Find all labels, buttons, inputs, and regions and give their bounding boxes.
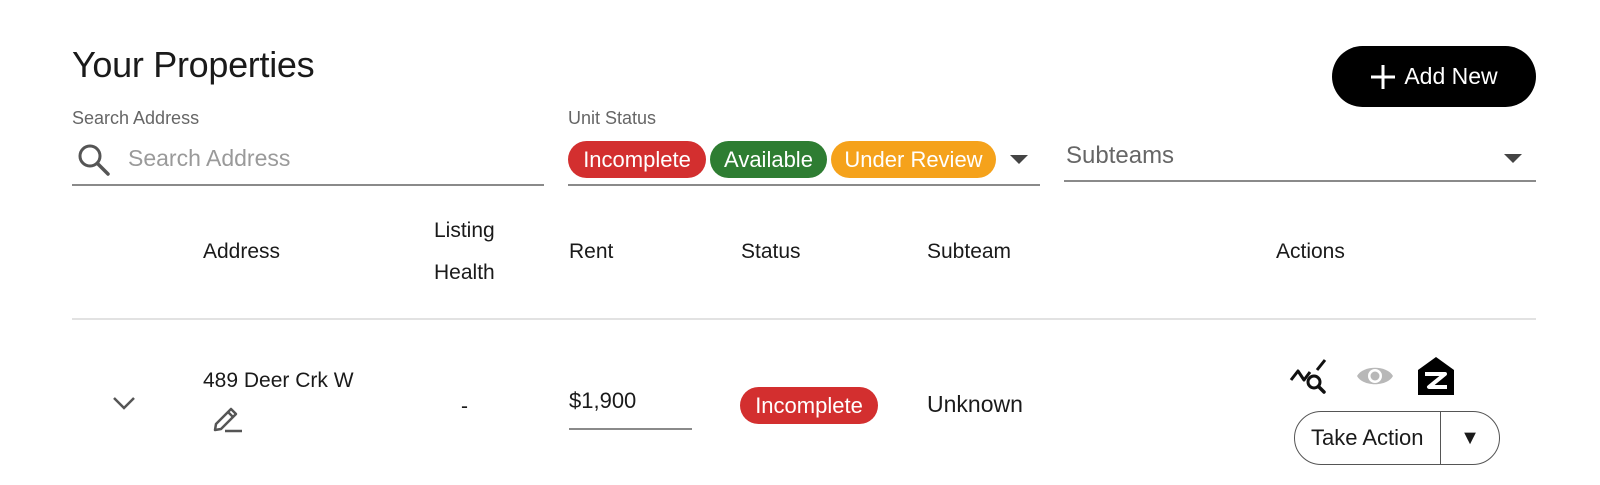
add-new-button[interactable]: Add New — [1332, 46, 1536, 107]
unit-status-label: Unit Status — [568, 108, 657, 128]
listing-health-cell: - — [461, 395, 468, 418]
unit-status-select[interactable]: Incomplete Available Under Review — [568, 134, 1040, 186]
take-action-dropdown-arrow-icon[interactable]: ▼ — [1441, 427, 1499, 450]
subteams-select[interactable]: Subteams — [1064, 134, 1536, 182]
page-title: Your Properties — [72, 44, 315, 85]
status-chip-under-review[interactable]: Under Review — [831, 141, 996, 178]
status-badge: Incomplete — [740, 387, 878, 424]
column-header-rent[interactable]: Rent — [569, 240, 613, 264]
column-header-status[interactable]: Status — [741, 240, 801, 264]
take-action-button[interactable]: Take Action — [1295, 425, 1440, 451]
rent-field — [569, 388, 692, 430]
preview-eye-icon[interactable] — [1355, 362, 1395, 395]
edit-pencil-icon[interactable] — [212, 406, 244, 439]
column-header-listing-health-line1[interactable]: Listing — [434, 219, 495, 243]
column-header-actions: Actions — [1276, 240, 1345, 263]
market-analysis-icon[interactable] — [1289, 358, 1331, 401]
expand-row-chevron-icon[interactable] — [112, 395, 136, 416]
subteams-placeholder: Subteams — [1066, 142, 1175, 169]
search-address-label: Search Address — [72, 108, 200, 128]
search-field — [72, 134, 544, 186]
column-header-subteam[interactable]: Subteam — [927, 240, 1011, 264]
rent-input[interactable] — [569, 388, 689, 414]
caret-down-icon[interactable] — [1504, 154, 1522, 163]
status-chip-incomplete[interactable]: Incomplete — [568, 141, 706, 178]
add-new-label: Add New — [1404, 63, 1498, 89]
plus-icon — [1371, 64, 1396, 89]
address-cell: 489 Deer Crk W — [203, 369, 354, 392]
header-divider — [72, 318, 1536, 320]
caret-down-icon[interactable] — [1010, 155, 1028, 164]
take-action-split-button: Take Action ▼ — [1294, 411, 1500, 465]
status-chip-available[interactable]: Available — [710, 141, 827, 178]
column-header-listing-health-line2[interactable]: Health — [434, 261, 495, 285]
subteam-cell: Unknown — [927, 391, 1023, 417]
search-icon — [78, 144, 110, 176]
search-address-input[interactable] — [126, 140, 530, 176]
column-header-address[interactable]: Address — [203, 240, 280, 264]
zillow-icon[interactable] — [1417, 356, 1455, 401]
